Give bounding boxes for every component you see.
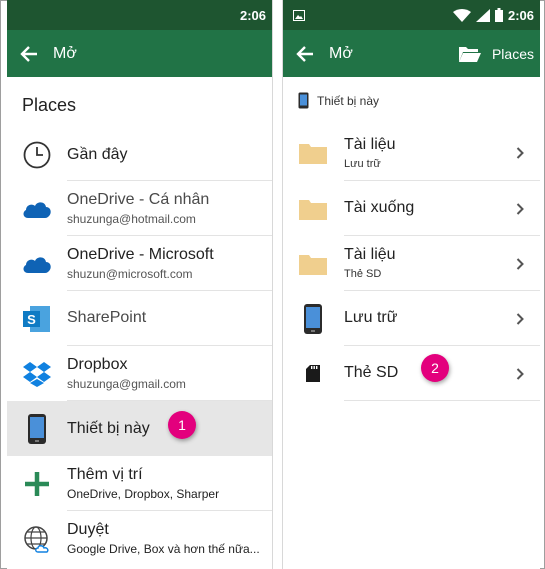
phone-icon: [298, 92, 309, 109]
folder-row[interactable]: Tài xuống: [283, 181, 540, 236]
places-label: Places: [491, 45, 534, 62]
clock-icon: [21, 139, 53, 171]
open-places-panel: 2:06 Mở Places Gần đây OneDrive - Cá nhâ…: [7, 0, 272, 569]
breadcrumb: Thiết bị này: [298, 92, 379, 109]
panel-divider: [272, 0, 283, 569]
place-browse[interactable]: Duyệt Google Drive, Box và hơn thế nữa..…: [7, 511, 272, 566]
image-notification-icon: [293, 10, 305, 21]
step-badge: 1: [168, 411, 196, 439]
chevron-right-icon: [516, 147, 524, 159]
storage-name: Lưu trữ: [344, 309, 398, 326]
place-description: Google Drive, Box và hơn thế nữa...: [67, 542, 260, 556]
step-badge: 2: [421, 354, 449, 382]
place-label: Thêm vị trí: [67, 465, 143, 483]
folder-name: Tài liệu: [344, 246, 396, 263]
place-add[interactable]: Thêm vị trí OneDrive, Dropbox, Sharper: [7, 456, 272, 511]
app-toolbar: Mở Places: [283, 30, 540, 77]
places-heading: Places: [22, 95, 77, 115]
battery-icon: [494, 8, 503, 22]
status-time: 2:06: [239, 7, 266, 23]
place-this-device[interactable]: Thiết bị này 1: [7, 401, 272, 456]
folder-location: Thẻ SD: [344, 268, 382, 280]
place-label: Dropbox: [67, 355, 128, 373]
places-button[interactable]: Places: [458, 30, 534, 77]
folder-icon: [297, 193, 329, 225]
place-label: Duyệt: [67, 521, 109, 538]
status-bar: 2:06: [283, 0, 540, 30]
phone-icon: [21, 413, 53, 445]
status-bar: 2:06: [7, 0, 272, 30]
folder-row[interactable]: Tài liệu Lưu trữ: [283, 125, 540, 181]
status-time: 2:06: [507, 7, 534, 23]
folder-icon: [297, 248, 329, 280]
place-description: OneDrive, Dropbox, Sharper: [67, 486, 220, 501]
place-onedrive-microsoft[interactable]: OneDrive - Microsoft shuzun@microsoft.co…: [7, 236, 272, 291]
place-label: SharePoint: [67, 309, 147, 326]
place-label: Gần đây: [67, 145, 128, 163]
wifi-icon: [452, 8, 471, 22]
plus-icon: [21, 468, 53, 500]
sd-card-icon: [297, 358, 329, 390]
place-sharepoint[interactable]: S SharePoint: [7, 291, 272, 346]
folder-name: Tài liệu: [344, 135, 396, 153]
signal-icon: [475, 8, 490, 22]
svg-text:S: S: [27, 312, 36, 327]
sd-card-row[interactable]: Thẻ SD 2: [283, 346, 540, 401]
arrow-left-icon[interactable]: [19, 44, 39, 64]
breadcrumb-label: Thiết bị này: [317, 93, 380, 108]
chevron-right-icon: [516, 202, 524, 215]
folder-icon: [297, 137, 329, 169]
arrow-left-icon[interactable]: [295, 44, 315, 64]
toolbar-title: Mở: [53, 44, 77, 62]
chevron-right-icon: [516, 367, 524, 380]
place-onedrive-personal[interactable]: OneDrive - Cá nhân shuzunga@hotmail.com: [7, 181, 272, 236]
storage-row[interactable]: Lưu trữ: [283, 291, 540, 346]
place-dropbox[interactable]: Dropbox shuzunga@gmail.com: [7, 346, 272, 401]
sharepoint-icon: S: [21, 303, 53, 335]
place-account: shuzunga@gmail.com: [67, 376, 186, 391]
place-recent[interactable]: Gần đây: [7, 129, 272, 181]
app-toolbar: Mở: [7, 30, 272, 77]
chevron-right-icon: [516, 312, 524, 325]
place-label: OneDrive - Microsoft: [67, 245, 214, 263]
cloud-icon: [21, 248, 53, 280]
toolbar-title: Mở: [329, 44, 353, 62]
place-account: shuzunga@hotmail.com: [67, 211, 196, 226]
folder-name: Tài xuống: [344, 199, 415, 216]
folder-row[interactable]: Tài liệu Thẻ SD: [283, 236, 540, 291]
place-account: shuzun@microsoft.com: [67, 266, 193, 281]
device-browser-panel: 2:06 Mở Places Thiết bị này Tài liệu Lưu…: [283, 0, 540, 569]
place-label: OneDrive - Cá nhân: [67, 190, 210, 208]
globe-icon: [21, 523, 53, 555]
folder-open-icon: [458, 46, 481, 62]
chevron-right-icon: [516, 257, 524, 270]
folder-location: Lưu trữ: [344, 157, 381, 170]
cloud-icon: [21, 193, 53, 225]
phone-icon: [297, 303, 329, 335]
dropbox-icon: [21, 358, 53, 390]
